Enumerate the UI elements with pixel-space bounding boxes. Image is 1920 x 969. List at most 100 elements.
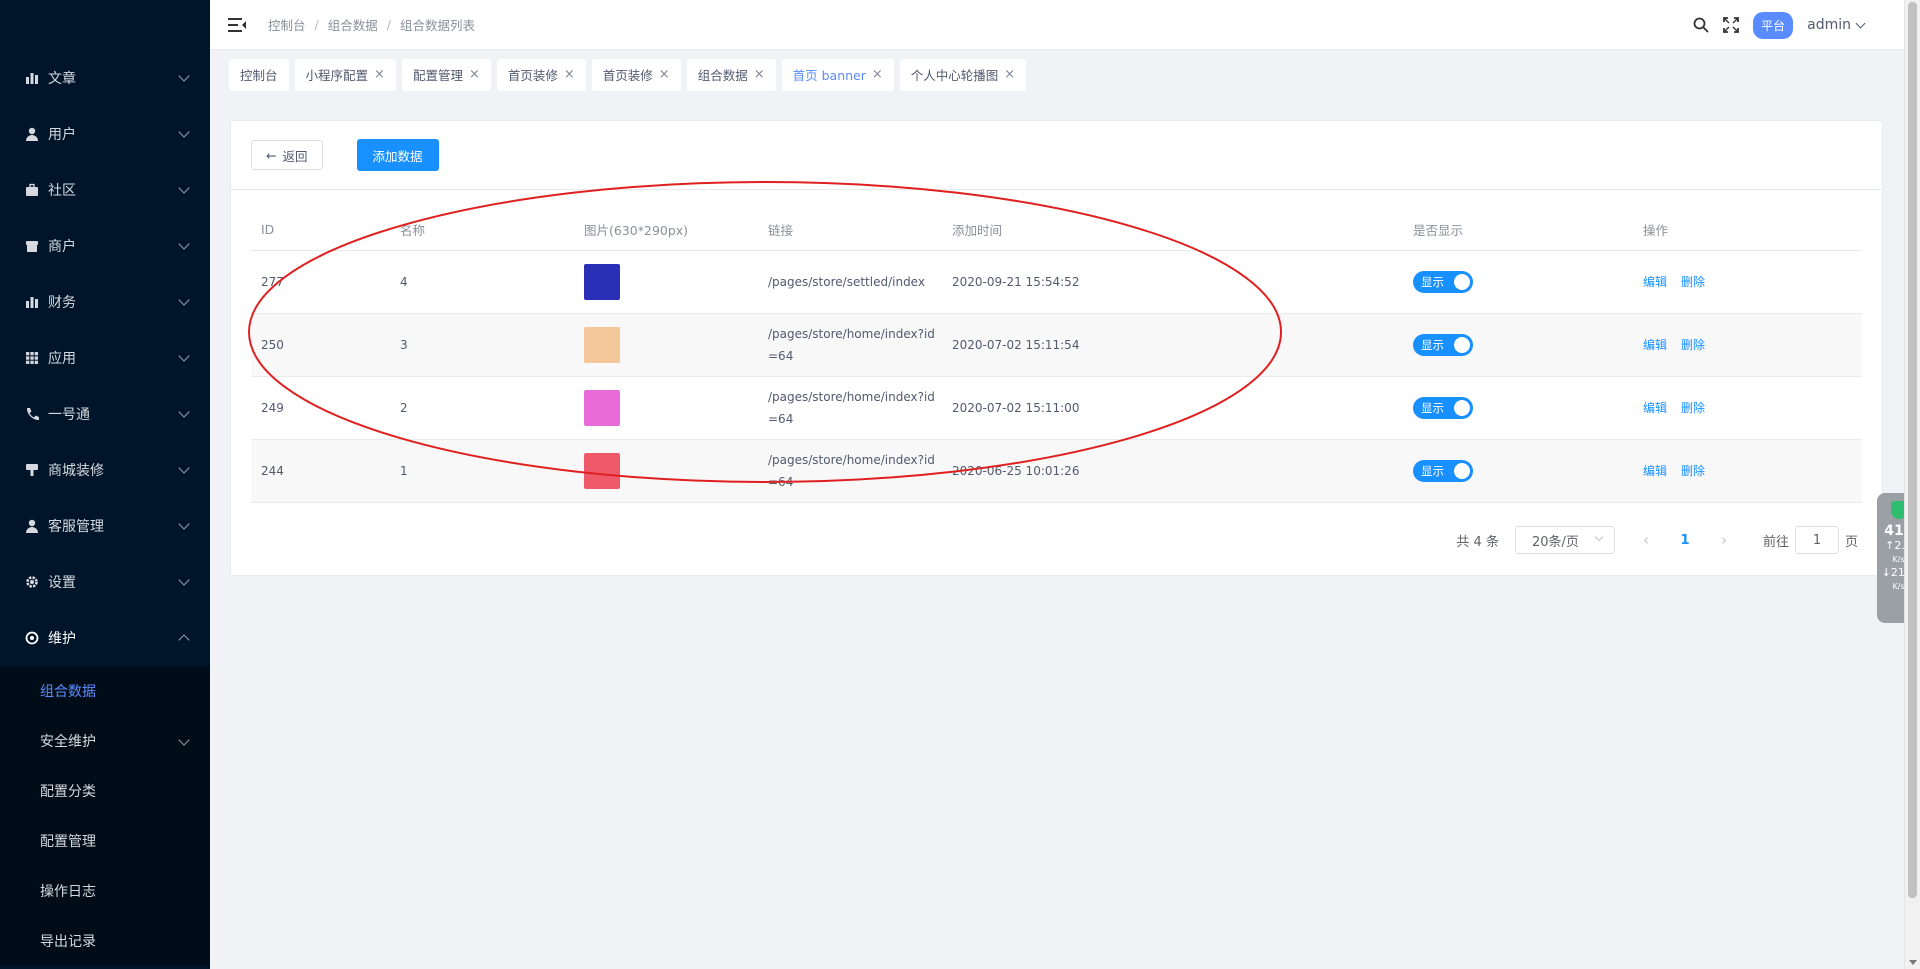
close-icon[interactable]: ×: [374, 67, 385, 82]
tag-tab[interactable]: 控制台: [229, 58, 289, 91]
delete-link[interactable]: 删除: [1681, 464, 1705, 478]
edit-link[interactable]: 编辑: [1643, 338, 1667, 352]
close-icon[interactable]: ×: [564, 67, 575, 82]
close-icon[interactable]: ×: [469, 67, 480, 82]
tag-label: 个人中心轮播图: [910, 68, 999, 83]
page-scrollbar[interactable]: [1904, 0, 1920, 969]
edit-link[interactable]: 编辑: [1643, 401, 1667, 415]
sidebar-item-label: 用户: [48, 127, 76, 143]
column-header: 链接: [758, 210, 942, 251]
cell-status: 显示: [1403, 376, 1633, 440]
bar-chart-icon: [24, 70, 40, 86]
link-text: /pages/store/settled/index: [768, 274, 925, 289]
table-header-row: ID 名称 图片(630*290px) 链接 添加时间 是否显示 操作: [251, 210, 1862, 251]
delete-link[interactable]: 删除: [1681, 401, 1705, 415]
sidebar-menu: 文章用户社区 商户 财务 应用 一号通 商城装修 客服管理设置维护组合数据安全维护配置分类配…: [0, 50, 210, 966]
sidebar-subitem[interactable]: 安全维护: [0, 716, 210, 766]
cell-id: 249: [251, 376, 390, 440]
top-header: 控制台 / 组合数据 / 组合数据列表 平台 admin: [210, 0, 1904, 50]
show-toggle[interactable]: 显示: [1413, 333, 1473, 356]
banner-thumbnail[interactable]: [584, 452, 620, 489]
next-page-button[interactable]: ›: [1709, 531, 1739, 549]
sidebar-item[interactable]: 文章: [0, 50, 210, 106]
sidebar-item[interactable]: 一号通: [0, 386, 210, 442]
cell-time: 2020-06-25 10:01:26: [942, 439, 1403, 503]
sidebar-item[interactable]: 用户: [0, 106, 210, 162]
close-icon[interactable]: ×: [872, 67, 883, 82]
prev-page-button[interactable]: ‹: [1631, 531, 1661, 549]
banner-thumbnail[interactable]: [584, 326, 620, 363]
menu-fold-icon[interactable]: [228, 17, 246, 33]
page-number-current[interactable]: 1: [1661, 533, 1709, 548]
cell-time: 2020-07-02 15:11:54: [942, 313, 1403, 377]
back-button[interactable]: ← 返回: [251, 140, 323, 170]
column-header: 图片(630*290px): [574, 210, 758, 251]
delete-link[interactable]: 删除: [1681, 338, 1705, 352]
fullscreen-icon[interactable]: [1723, 17, 1740, 33]
sidebar-subitem[interactable]: 导出记录: [0, 916, 210, 966]
user-menu[interactable]: admin: [1807, 17, 1866, 33]
sidebar-item[interactable]: 商户: [0, 218, 210, 274]
delete-link[interactable]: 删除: [1681, 275, 1705, 289]
back-button-label: 返回: [282, 148, 308, 164]
sidebar-subitem[interactable]: 配置分类: [0, 766, 210, 816]
show-toggle[interactable]: 显示: [1413, 270, 1473, 293]
show-toggle[interactable]: 显示: [1413, 396, 1473, 419]
sidebar: 文章用户社区 商户 财务 应用 一号通 商城装修 客服管理设置维护组合数据安全维护配置分类配…: [0, 0, 210, 969]
chevron-icon: [178, 238, 190, 250]
close-icon[interactable]: ×: [1004, 67, 1015, 82]
sidebar-subitem-label: 安全维护: [40, 734, 96, 750]
chevron-icon: [178, 462, 190, 474]
breadcrumb-item[interactable]: 组合数据: [328, 15, 378, 34]
show-toggle[interactable]: 显示: [1413, 459, 1473, 482]
table-body: 277 4/pages/store/settled/index 2020-09-21…: [251, 250, 1862, 503]
sidebar-item[interactable]: 维护: [0, 610, 210, 666]
scroll-down-icon[interactable]: [1909, 960, 1917, 965]
tag-label: 配置管理: [412, 68, 463, 83]
sidebar-item[interactable]: 财务: [0, 274, 210, 330]
tag-tab[interactable]: 首页装修 ×: [591, 58, 681, 91]
goto-page-input[interactable]: [1794, 526, 1839, 554]
goto-suffix: 页: [1844, 534, 1858, 550]
add-data-button[interactable]: 添加数据: [356, 139, 439, 171]
cell-link: /pages/store/settled/index: [758, 250, 942, 314]
cell-status: 显示: [1403, 439, 1633, 503]
sidebar-item[interactable]: 应用: [0, 330, 210, 386]
table-row: 244 1/pages/store/home/index?id=64 2020-06…: [251, 439, 1862, 503]
sidebar-subitem[interactable]: 配置管理: [0, 816, 210, 866]
chevron-icon: [178, 70, 190, 82]
sidebar-item-label: 维护: [48, 631, 76, 647]
breadcrumb-item: 组合数据列表: [399, 18, 475, 33]
tag-tab[interactable]: 首页 banner ×: [781, 58, 894, 91]
sidebar-item-label: 设置: [48, 575, 76, 591]
scrollbar-thumb[interactable]: [1908, 2, 1917, 898]
page-size-select[interactable]: 20条/页: [1514, 526, 1615, 554]
tag-label: 组合数据: [697, 68, 748, 83]
close-icon[interactable]: ×: [754, 67, 765, 82]
sidebar-item[interactable]: 设置: [0, 554, 210, 610]
edit-link[interactable]: 编辑: [1643, 275, 1667, 289]
banner-thumbnail[interactable]: [584, 263, 620, 300]
chevron-icon: [178, 574, 190, 586]
platform-badge[interactable]: 平台: [1753, 11, 1794, 39]
table-row: 277 4/pages/store/settled/index 2020-09-21…: [251, 250, 1862, 314]
sidebar-item[interactable]: 客服管理: [0, 498, 210, 554]
breadcrumb-item[interactable]: 控制台: [268, 15, 306, 34]
sidebar-item[interactable]: 商城装修: [0, 442, 210, 498]
tag-tab[interactable]: 小程序配置 ×: [294, 58, 396, 91]
close-icon[interactable]: ×: [659, 67, 670, 82]
tag-tab[interactable]: 组合数据 ×: [686, 58, 776, 91]
search-icon[interactable]: [1693, 17, 1709, 33]
edit-link[interactable]: 编辑: [1643, 464, 1667, 478]
sidebar-subitem[interactable]: 组合数据: [0, 666, 210, 716]
tag-tab[interactable]: 配置管理 ×: [401, 58, 491, 91]
tag-tab[interactable]: 首页装修 ×: [496, 58, 586, 91]
tag-tab[interactable]: 个人中心轮播图 ×: [899, 58, 1027, 91]
banner-thumbnail[interactable]: [584, 389, 620, 426]
sidebar-subitem-label: 组合数据: [40, 684, 96, 700]
sidebar-item[interactable]: 社区: [0, 162, 210, 218]
sidebar-submenu: 组合数据安全维护配置分类 配置管理 操作日志 导出记录: [0, 666, 210, 966]
cell-time: 2020-09-21 15:54:52: [942, 250, 1403, 314]
cell-image: [574, 439, 758, 503]
sidebar-subitem[interactable]: 操作日志: [0, 866, 210, 916]
